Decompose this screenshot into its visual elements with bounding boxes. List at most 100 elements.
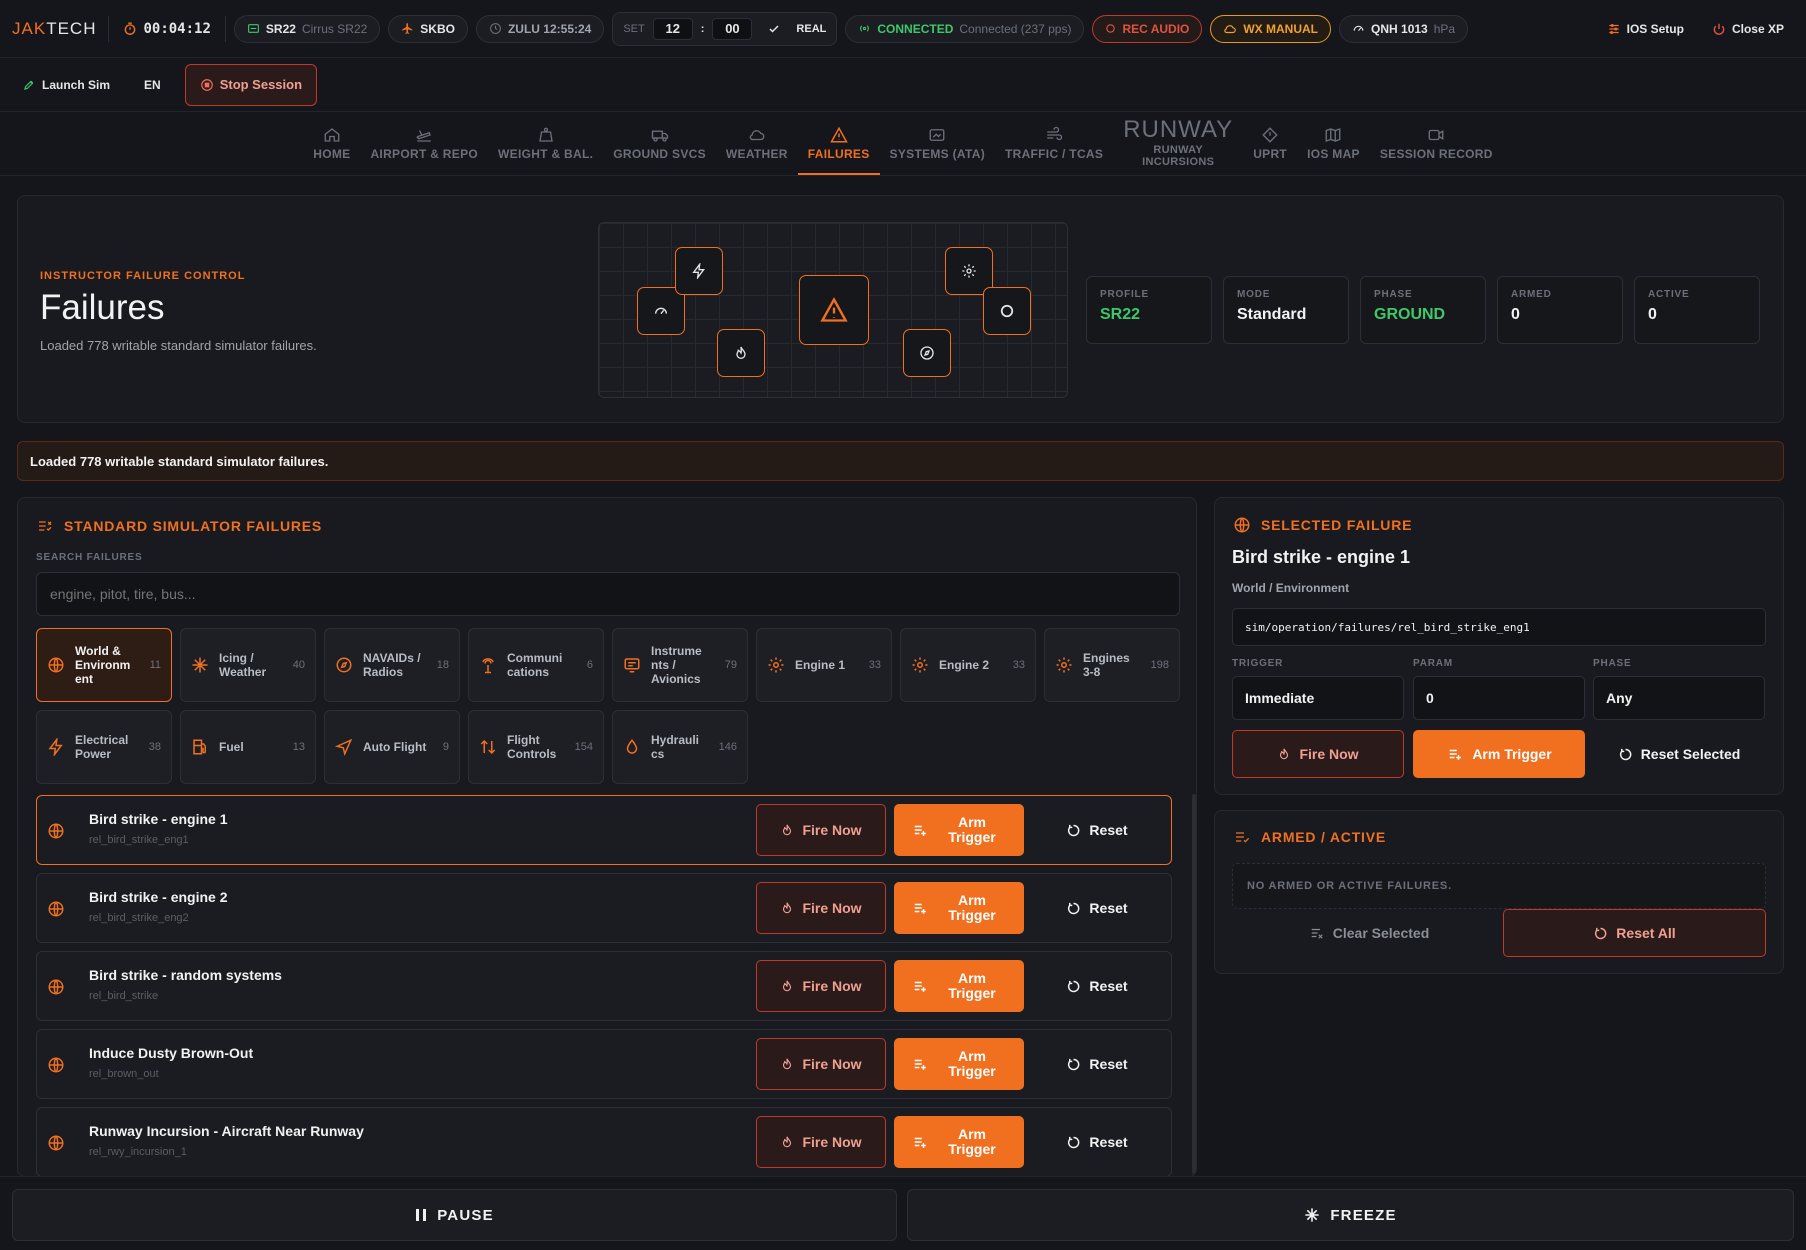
param-input[interactable]: 0 [1413, 676, 1585, 720]
tab-weight-balance[interactable]: WEIGHT & BAL. [488, 112, 603, 175]
failure-row[interactable]: Bird strike - engine 2 rel_bird_strike_e… [36, 873, 1172, 943]
airport-chip[interactable]: SKBO [388, 14, 468, 43]
clear-selected-button[interactable]: Clear Selected [1232, 909, 1506, 957]
tab-ground-services[interactable]: GROUND SVCS [603, 112, 716, 175]
qnh-unit: hPa [1433, 21, 1456, 36]
arm-trigger-button[interactable]: Arm Trigger [894, 1038, 1024, 1090]
category-count: 40 [292, 659, 305, 671]
reset-button[interactable]: Reset [1032, 1038, 1162, 1090]
list-plus-icon [911, 979, 929, 993]
close-xp-button[interactable]: Close XP [1702, 22, 1794, 36]
reset-selected-button[interactable]: Reset Selected [1593, 730, 1765, 778]
selected-arm-trigger-button[interactable]: Arm Trigger [1413, 730, 1585, 778]
failure-name: Bird strike - random systems [89, 967, 282, 983]
category-count: 33 [868, 659, 881, 671]
arm-trigger-button[interactable]: Arm Trigger [894, 882, 1024, 934]
category-fuel[interactable]: Fuel 13 [180, 710, 316, 784]
tab-traffic[interactable]: TRAFFIC / TCAS [995, 112, 1113, 175]
reset-all-button[interactable]: Reset All [1503, 909, 1766, 957]
tab-failures[interactable]: FAILURES [797, 112, 880, 175]
tab-label: SYSTEMS (ATA) [889, 147, 985, 161]
reset-button[interactable]: Reset [1032, 960, 1162, 1012]
check-icon[interactable] [768, 23, 780, 35]
arm-trigger-button[interactable]: Arm Trigger [894, 804, 1024, 856]
category-engines-3-8[interactable]: Engines 3-8 198 [1044, 628, 1180, 702]
aircraft-chip[interactable]: SR22 Cirrus SR22 [233, 14, 381, 43]
category-electrical-power[interactable]: Electrical Power 38 [36, 710, 172, 784]
tab-runway-incursions[interactable]: RUNWAY RUNWAY INCURSIONS [1113, 112, 1243, 175]
wx-manual-button[interactable]: WX MANUAL [1210, 14, 1332, 43]
category-navaids-radios[interactable]: NAVAIDs / Radios 18 [324, 628, 460, 702]
tab-uprt[interactable]: UPRT [1243, 112, 1297, 175]
category-count: 79 [724, 659, 737, 671]
trigger-label: TRIGGER [1232, 658, 1284, 669]
search-input[interactable] [36, 572, 1180, 616]
selected-fire-now-button[interactable]: Fire Now [1232, 730, 1404, 778]
fire-now-button[interactable]: Fire Now [756, 1038, 886, 1090]
category-communications[interactable]: Communi cations 6 [468, 628, 604, 702]
reset-button[interactable]: Reset [1032, 1116, 1162, 1168]
zulu-time: ZULU 12:55:24 [507, 21, 592, 36]
failure-row[interactable]: Induce Dusty Brown-Out rel_brown_out Fir… [36, 1029, 1172, 1099]
language-button[interactable]: EN [134, 65, 171, 105]
reset-button[interactable]: Reset [1032, 804, 1162, 856]
freeze-button[interactable]: FREEZE [907, 1189, 1794, 1241]
set-minute-input[interactable]: 00 [712, 17, 753, 40]
tab-ios-map[interactable]: IOS MAP [1297, 112, 1370, 175]
reset-icon [1066, 1135, 1081, 1150]
failure-name: Bird strike - engine 1 [89, 811, 228, 827]
phase-select[interactable]: Any [1593, 676, 1765, 720]
tab-airport[interactable]: AIRPORT & REPO [360, 112, 488, 175]
category-name: Engine 2 [939, 658, 990, 672]
failure-row[interactable]: Runway Incursion - Aircraft Near Runway … [36, 1107, 1172, 1176]
rec-audio-button[interactable]: REC AUDIO [1092, 14, 1203, 43]
trigger-select[interactable]: Immediate [1232, 676, 1404, 720]
warning-icon [799, 275, 869, 345]
tab-weather[interactable]: WEATHER [716, 112, 798, 175]
fire-now-button[interactable]: Fire Now [756, 882, 886, 934]
set-hour-input[interactable]: 12 [652, 17, 693, 40]
tab-systems[interactable]: SYSTEMS (ATA) [880, 112, 995, 175]
selected-failure-name: Bird strike - engine 1 [1232, 547, 1411, 567]
reset-icon [1066, 979, 1081, 994]
set-real-button[interactable]: REAL [796, 23, 826, 35]
divider [108, 15, 110, 42]
arm-trigger-button[interactable]: Arm Trigger [894, 960, 1024, 1012]
stop-session-button[interactable]: Stop Session [184, 63, 318, 106]
droplet-icon [623, 738, 641, 756]
category-count: 146 [718, 741, 737, 753]
main-nav: HOME AIRPORT & REPO WEIGHT & BAL. GROUND… [0, 112, 1806, 176]
category-name: NAVAIDs / Radios [363, 651, 421, 679]
arm-trigger-button[interactable]: Arm Trigger [894, 1116, 1024, 1168]
tab-session-record[interactable]: SESSION RECORD [1370, 112, 1503, 175]
ios-setup-button[interactable]: IOS Setup [1597, 22, 1694, 36]
failure-name: Induce Dusty Brown-Out [89, 1045, 254, 1061]
category-hydraulics[interactable]: Hydrauli cs 146 [612, 710, 748, 784]
fire-now-button[interactable]: Fire Now [756, 804, 886, 856]
param-label: PARAM [1413, 658, 1453, 669]
fire-now-button[interactable]: Fire Now [756, 960, 886, 1012]
globe-icon [47, 1134, 65, 1152]
category-icing-weather[interactable]: Icing / Weather 40 [180, 628, 316, 702]
tab-home[interactable]: HOME [303, 112, 360, 175]
failure-row[interactable]: Bird strike - random systems rel_bird_st… [36, 951, 1172, 1021]
category-flight-controls[interactable]: Flight Controls 154 [468, 710, 604, 784]
flame-icon [780, 901, 794, 915]
list-scrollbar[interactable] [1192, 794, 1196, 1174]
qnh-chip[interactable]: QNH 1013 hPa [1339, 14, 1469, 43]
fire-now-button[interactable]: Fire Now [756, 1116, 886, 1168]
category-engine-1[interactable]: Engine 1 33 [756, 628, 892, 702]
diamond-icon [1261, 126, 1279, 144]
category-world-environment[interactable]: World & Environm ent 11 [36, 628, 172, 702]
pause-button[interactable]: PAUSE [12, 1189, 897, 1241]
tab-label: TRAFFIC / TCAS [1004, 147, 1104, 161]
launch-sim-button[interactable]: Launch Sim [12, 65, 120, 105]
category-engine-2[interactable]: Engine 2 33 [900, 628, 1036, 702]
cloud-icon [1223, 22, 1237, 36]
reset-button[interactable]: Reset [1032, 882, 1162, 934]
category-instruments-avionics[interactable]: Instrume nts / Avionics 79 [612, 628, 748, 702]
category-auto-flight[interactable]: Auto Flight 9 [324, 710, 460, 784]
failure-row[interactable]: Bird strike - engine 1 rel_bird_strike_e… [36, 795, 1172, 865]
list-plus-icon [911, 823, 929, 837]
globe-icon [47, 656, 65, 674]
